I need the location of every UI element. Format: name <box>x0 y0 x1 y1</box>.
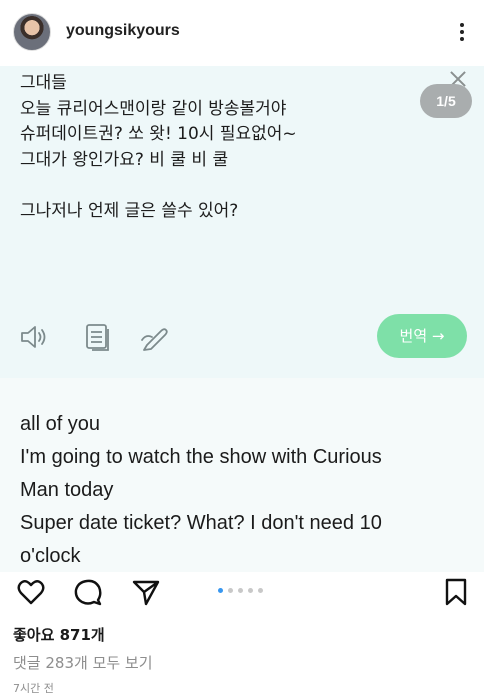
view-comments-link[interactable]: 댓글 283개 모두 보기 <box>13 652 153 673</box>
copy-icon[interactable] <box>83 322 113 352</box>
translated-line: o'clock <box>20 545 81 567</box>
edit-icon[interactable] <box>139 322 169 352</box>
translate-button[interactable]: 번역 → <box>377 314 467 358</box>
likes-count[interactable]: 좋아요 871개 <box>13 624 105 645</box>
carousel-counter: 1/5 <box>420 84 472 118</box>
post-header: youngsikyours <box>0 0 484 66</box>
carousel-dot <box>248 588 253 593</box>
bookmark-icon[interactable] <box>441 577 471 607</box>
post-action-bar <box>0 572 484 612</box>
carousel-dot <box>228 588 233 593</box>
translated-line: Man today <box>20 479 114 501</box>
translated-line: all of you <box>20 413 101 435</box>
heart-icon[interactable] <box>16 577 46 607</box>
speaker-icon[interactable] <box>19 322 49 352</box>
translated-line: Super date ticket? What? I don't need 10 <box>20 512 382 534</box>
original-line: 슈퍼데이트권? 쏘 왓! 10시 필요없어~ <box>20 124 297 144</box>
post-carousel-slide[interactable]: 그대들 오늘 큐리어스맨이랑 같이 방송볼거야 슈퍼데이트권? 쏘 왓! 10시… <box>0 66 484 572</box>
translated-line: I'm going to watch the show with Curious <box>20 446 382 468</box>
translation-card: all of you I'm going to watch the show w… <box>0 378 484 572</box>
original-line: 그나저나 언제 글은 쓸수 있어? <box>20 200 239 221</box>
original-text: 그대들 오늘 큐리어스맨이랑 같이 방송볼거야 슈퍼데이트권? 쏘 왓! 10시… <box>20 71 297 224</box>
original-text-card: 그대들 오늘 큐리어스맨이랑 같이 방송볼거야 슈퍼데이트권? 쏘 왓! 10시… <box>0 66 484 378</box>
carousel-dot <box>238 588 243 593</box>
original-line: 오늘 큐리어스맨이랑 같이 방송볼거야 <box>20 98 287 119</box>
carousel-dot <box>218 588 223 593</box>
original-line: 그대들 <box>20 73 67 93</box>
original-line <box>20 173 297 199</box>
comment-icon[interactable] <box>73 577 103 607</box>
translated-text: all of you I'm going to watch the show w… <box>20 408 382 572</box>
avatar[interactable] <box>13 13 51 51</box>
more-options-icon[interactable] <box>452 18 472 46</box>
carousel-dots <box>218 588 278 594</box>
share-icon[interactable] <box>131 577 161 607</box>
username[interactable]: youngsikyours <box>66 22 180 40</box>
carousel-dot <box>258 588 263 593</box>
post-timestamp: 7시간 전 <box>13 682 54 695</box>
original-line: 그대가 왕인가요? 비 쿨 비 쿨 <box>20 149 229 170</box>
